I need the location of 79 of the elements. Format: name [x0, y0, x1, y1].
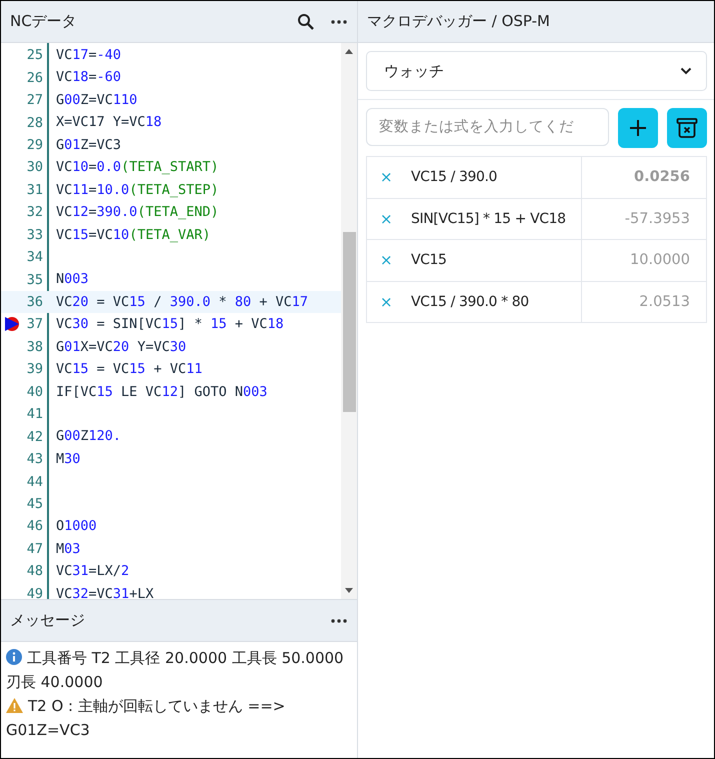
line-number: 30: [26, 159, 44, 176]
search-icon[interactable]: [297, 12, 315, 30]
clear-button[interactable]: [667, 108, 707, 148]
more-icon[interactable]: [331, 618, 347, 622]
remove-button[interactable]: ×: [367, 210, 411, 228]
code-line: N003: [56, 270, 89, 290]
scrollbar[interactable]: [341, 43, 357, 599]
line-number: 43: [26, 451, 44, 468]
line-number: 44: [26, 474, 44, 490]
line-number: 28: [26, 114, 44, 131]
watch-value: 2.0513: [639, 294, 690, 310]
line-number: 36: [26, 294, 44, 310]
line-number: 40: [26, 384, 44, 400]
plus-icon: [629, 119, 647, 137]
watch-value: 0.0256: [634, 169, 690, 186]
add-button[interactable]: [618, 108, 658, 148]
breakpoint-icon[interactable]: [4, 316, 20, 332]
watch-value: 10.0000: [630, 252, 690, 268]
watch-expression: VC15: [411, 252, 447, 268]
panel-title: メッセージ: [10, 611, 86, 630]
code-line: VC32=VC31+LX: [56, 584, 154, 599]
watch-expression: VC15 / 390.0: [411, 169, 498, 186]
expression-field[interactable]: 変数または式を入力してくだ: [366, 108, 609, 146]
code-line: VC20 = VC15 / 390.0 * 80 + VC17: [56, 292, 308, 312]
remove-button[interactable]: ×: [367, 292, 411, 311]
code-line: G01X=VC20 Y=VC30: [56, 338, 186, 357]
remove-button[interactable]: ×: [367, 168, 411, 186]
line-number: 29: [26, 136, 44, 153]
line-number: 26: [26, 70, 44, 86]
line-number: 48: [26, 563, 44, 580]
code-line: M03: [56, 540, 80, 559]
code-line: VC11=10.0(TETA_STEP): [56, 180, 219, 200]
message-text: T2 O : 主軸が回転していません ==> G01Z=VC3: [6, 696, 286, 741]
message-text: 工具番号 T2 工具径 20.0000 工具長 50.0000 刃長 40.0000: [6, 648, 345, 693]
warning-icon: [6, 698, 23, 713]
code-line: VC15 = VC15 + VC11: [56, 360, 202, 380]
code-line: VC30 = SIN[VC15] * 15 + VC18: [56, 315, 284, 334]
line-number: 31: [26, 182, 44, 198]
code-line: VC15=VC10(TETA_VAR): [56, 226, 210, 244]
arrow-up-icon[interactable]: [345, 49, 353, 54]
watch-expression: SIN[VC15] * 15 + VC18: [411, 210, 566, 227]
panel-title: マクロデバッガー / OSP-M: [367, 12, 551, 31]
line-number: 49: [26, 586, 44, 599]
line-number: 41: [26, 406, 44, 422]
code-line: IF[VC15 LE VC12] GOTO N003: [56, 382, 268, 402]
code-line: G00Z120.: [56, 427, 122, 446]
chevron-down-icon: [680, 67, 692, 75]
code-line: VC18=-60: [56, 68, 122, 88]
code-line: X=VC17 Y=VC18: [56, 113, 162, 132]
line-number: 33: [26, 226, 44, 243]
code-line: VC10=0.0(TETA_START): [56, 158, 219, 178]
line-number: 47: [26, 540, 44, 557]
line-number: 27: [26, 92, 44, 108]
info-icon: [6, 649, 22, 665]
code-line: VC12=390.0(TETA_END): [56, 203, 219, 222]
line-number: 46: [26, 518, 44, 534]
code-line: G01Z=VC3: [56, 136, 122, 155]
line-number: 38: [26, 338, 44, 355]
code-line: VC31=LX/2: [56, 562, 130, 582]
line-number: 45: [26, 496, 44, 512]
line-number: 34: [26, 249, 44, 266]
arrow-down-icon[interactable]: [345, 588, 353, 593]
line-number: 37: [26, 316, 44, 332]
trash-icon: [676, 117, 698, 139]
more-icon[interactable]: [331, 20, 347, 24]
mode-dropdown[interactable]: ウォッチ: [366, 51, 707, 91]
line-number: 25: [26, 47, 44, 64]
code-line: VC17=-40: [56, 46, 122, 65]
line-number: 39: [26, 361, 44, 378]
code-line: M30: [56, 450, 80, 469]
line-number: 42: [26, 428, 44, 445]
remove-button[interactable]: ×: [367, 251, 411, 270]
panel-title: NCデータ: [10, 12, 78, 31]
line-number: 35: [26, 272, 44, 288]
line-number: 32: [26, 204, 44, 220]
code-line: O1000: [56, 517, 97, 536]
watch-expression: VC15 / 390.0 * 80: [411, 294, 529, 310]
code-line: G00Z=VC110: [56, 90, 138, 110]
watch-value: -57.3953: [624, 210, 690, 227]
